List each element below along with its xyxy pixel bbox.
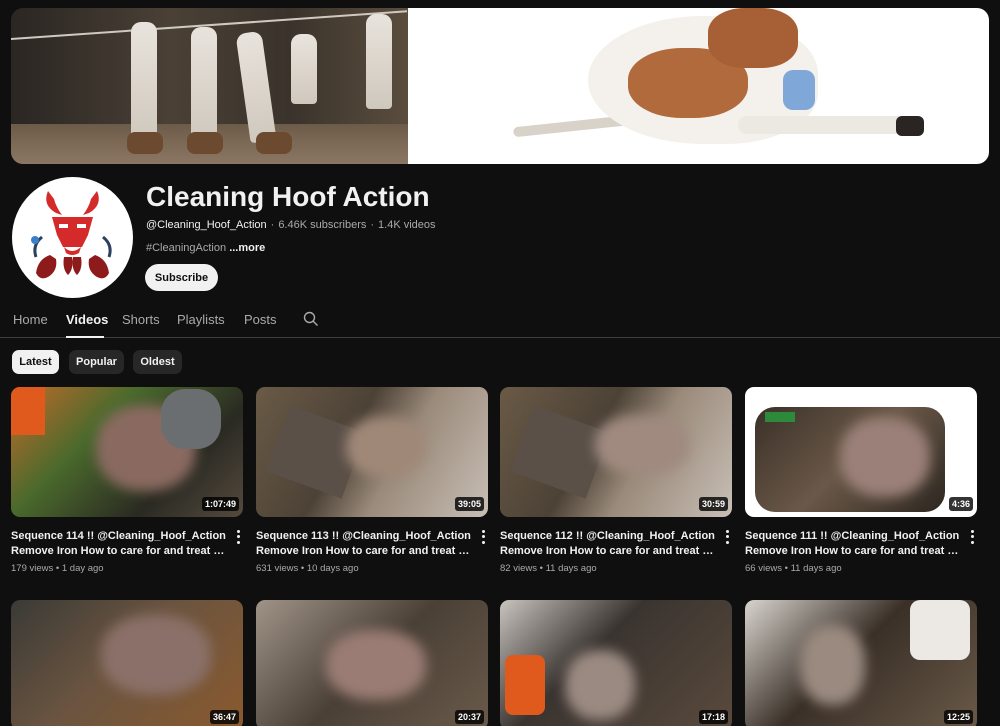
video-thumbnail[interactable]: 20:37 (256, 600, 488, 726)
meta-separator: • (300, 563, 305, 574)
more-vert-icon[interactable] (722, 529, 732, 545)
video-thumbnail[interactable]: 17:18 (500, 600, 732, 726)
filter-latest-chip[interactable]: Latest (12, 350, 59, 374)
video-title-line: Remove Iron How to care for and treat ca… (256, 545, 474, 557)
tab-home[interactable]: Home (13, 312, 48, 327)
video-meta: 631 views • 10 days ago (256, 563, 359, 574)
tab-posts[interactable]: Posts (244, 312, 277, 327)
video-title[interactable]: Sequence 112 !! @Cleaning_Hoof_Action Re… (500, 529, 718, 559)
video-thumbnail[interactable]: 36:47 (11, 600, 243, 726)
subscriber-count: 6.46K subscribers (278, 219, 367, 231)
video-title[interactable]: Sequence 113 !! @Cleaning_Hoof_Action Re… (256, 529, 474, 559)
video-meta: 66 views • 11 days ago (745, 563, 842, 574)
view-count: 82 views (500, 563, 537, 574)
tab-videos[interactable]: Videos (66, 312, 108, 327)
video-title-line: Sequence 114 !! @Cleaning_Hoof_Action (11, 530, 226, 542)
video-duration: 1:07:49 (201, 497, 239, 511)
video-thumbnail[interactable]: 4:36 (745, 387, 977, 517)
subscribe-button[interactable]: Subscribe (145, 264, 218, 291)
channel-banner (11, 8, 989, 164)
video-duration: 30:59 (698, 497, 728, 511)
video-title-line: Remove Iron How to care for and treat ca… (11, 545, 229, 557)
upload-age: 1 day ago (61, 563, 104, 574)
more-vert-icon[interactable] (233, 529, 243, 545)
video-thumbnail[interactable]: 39:05 (256, 387, 488, 517)
video-duration: 4:36 (948, 497, 973, 511)
tab-shorts[interactable]: Shorts (122, 312, 160, 327)
meta-separator: · (370, 219, 375, 231)
search-icon[interactable] (303, 311, 319, 327)
channel-description[interactable]: #CleaningAction ...more (146, 242, 265, 254)
meta-separator: • (55, 563, 60, 574)
channel-meta: @Cleaning_Hoof_Action · 6.46K subscriber… (146, 219, 436, 231)
video-title-line: Sequence 112 !! @Cleaning_Hoof_Action (500, 530, 715, 542)
video-count: 1.4K videos (378, 219, 436, 231)
view-count: 631 views (256, 563, 299, 574)
tab-playlists[interactable]: Playlists (177, 312, 225, 327)
video-thumbnail[interactable]: 30:59 (500, 387, 732, 517)
channel-handle: @Cleaning_Hoof_Action (146, 219, 267, 231)
description-text: #CleaningAction (146, 242, 227, 254)
upload-age: 11 days ago (545, 563, 597, 574)
video-duration: 39:05 (454, 497, 484, 511)
banner-cattle-legs-photo (11, 8, 408, 164)
view-count: 179 views (11, 563, 54, 574)
video-title[interactable]: Sequence 111 !! @Cleaning_Hoof_Action Re… (745, 529, 963, 559)
meta-separator: • (539, 563, 543, 574)
more-link[interactable]: ...more (229, 242, 265, 254)
video-title-line: Remove Iron How to care for and treat ca… (500, 545, 718, 557)
video-duration: 12:25 (943, 710, 973, 724)
video-title-line: Remove Iron How to care for and treat ca… (745, 545, 963, 557)
video-title-line: Sequence 111 !! @Cleaning_Hoof_Action (745, 530, 960, 542)
meta-separator: · (270, 219, 275, 231)
channel-avatar[interactable] (12, 177, 133, 298)
video-duration: 36:47 (209, 710, 239, 724)
upload-age: 11 days ago (790, 563, 842, 574)
video-meta: 179 views • 1 day ago (11, 563, 104, 574)
view-count: 66 views (745, 563, 782, 574)
video-title[interactable]: Sequence 114 !! @Cleaning_Hoof_Action Re… (11, 529, 229, 559)
video-duration: 17:18 (698, 710, 728, 724)
channel-logo-bull (31, 191, 112, 279)
channel-title: Cleaning Hoof Action (146, 181, 430, 212)
video-duration: 20:37 (454, 710, 484, 724)
video-thumbnail[interactable]: 12:25 (745, 600, 977, 726)
channel-tabs: Home Videos Shorts Playlists Posts (0, 303, 1000, 338)
banner-lying-cow-photo (408, 8, 989, 164)
video-thumbnail[interactable]: 1:07:49 (11, 387, 243, 517)
video-meta: 82 views • 11 days ago (500, 563, 597, 574)
video-title-line: Sequence 113 !! @Cleaning_Hoof_Action (256, 530, 471, 542)
more-vert-icon[interactable] (478, 529, 488, 545)
active-tab-indicator (66, 336, 104, 338)
upload-age: 10 days ago (306, 563, 359, 574)
filter-popular-chip[interactable]: Popular (69, 350, 124, 374)
filter-oldest-chip[interactable]: Oldest (133, 350, 182, 374)
more-vert-icon[interactable] (967, 529, 977, 545)
meta-separator: • (784, 563, 788, 574)
